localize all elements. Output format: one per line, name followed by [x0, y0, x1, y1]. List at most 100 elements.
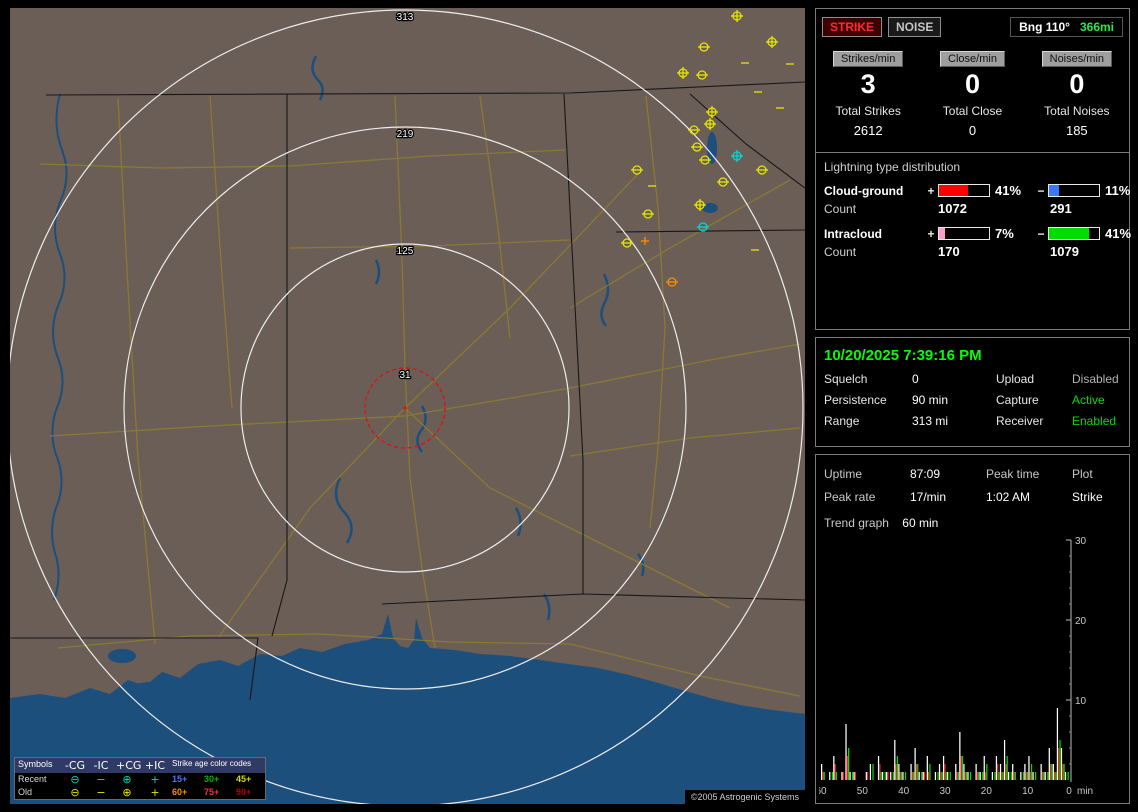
strike-symbol-p — [641, 237, 649, 245]
ic-negative-bar — [1048, 227, 1100, 240]
cg-positive-count: 1072 — [938, 201, 967, 216]
toolbar: STRIKE NOISE Bng 110° 366mi — [816, 9, 1129, 39]
rivers-layer — [51, 55, 645, 621]
trend-bars — [821, 708, 1069, 780]
x-tick-label: 10 — [1022, 786, 1034, 797]
strike-symbol-cm — [631, 165, 643, 175]
total-noises: Total Noises 185 — [1044, 104, 1110, 138]
legend-type-header: +IC — [141, 758, 169, 773]
legend-circle-minus-glyph: ⊖ — [70, 773, 80, 786]
legend-plus-glyph: + — [150, 786, 160, 799]
strike-mode-button[interactable]: STRIKE — [822, 17, 883, 37]
cg-negative-pct: 11% — [1105, 183, 1131, 198]
strike-symbol-cp — [704, 118, 716, 130]
strike-symbol-cm — [696, 70, 708, 80]
receiver-status: Enabled — [1072, 414, 1117, 428]
legend-circle-plus-glyph: ⊕ — [122, 773, 132, 786]
cg-positive-pct: 41% — [995, 183, 1022, 198]
cloud-ground-row: Cloud-ground + 41% − 11% — [824, 183, 1131, 198]
capture-status: Active — [1072, 393, 1105, 407]
legend-age-code: 75+ — [204, 787, 220, 797]
trend-window-value: 60 min — [902, 516, 939, 530]
intracloud-counts: Count 170 1079 — [816, 241, 1129, 269]
close-per-min-value: 0 — [964, 69, 980, 99]
datetime-display: 10/20/2025 7:39:16 PM — [824, 347, 982, 364]
system-status-section: 10/20/2025 7:39:16 PM Squelch 0 Upload D… — [815, 337, 1130, 447]
x-axis-unit-label: min — [1077, 786, 1093, 797]
legend-age-code: 60+ — [172, 787, 188, 797]
strike-symbol-cm — [642, 209, 654, 219]
x-tick-label: 0 — [1066, 786, 1072, 797]
copyright-text: ©2005 Astrogenic Systems — [684, 790, 805, 804]
x-tick-label: 50 — [857, 786, 869, 797]
strike-symbol-cp — [731, 10, 743, 22]
strike-symbol-cp — [706, 106, 718, 118]
range-ring-label: 219 — [397, 129, 414, 140]
map-canvas[interactable]: 313 219 125 31 Symbols -CG -IC +CG +IC Strike ag… — [10, 8, 805, 804]
legend-circle-plus-glyph: ⊕ — [122, 786, 132, 799]
bearing-value: Bng 110° — [1019, 20, 1070, 34]
distribution-title: Lightning type distribution — [816, 152, 1129, 183]
close-per-min: Close/min 0 — [920, 49, 1024, 100]
ic-negative-count: 1079 — [1050, 244, 1079, 259]
plus-sign: + — [927, 183, 935, 198]
x-tick-label: 40 — [898, 786, 910, 797]
strike-symbol-cp — [766, 36, 778, 48]
rate-counters: Strikes/min 3 Close/min 0 Noises/min 0 — [816, 49, 1129, 100]
water-layer — [10, 132, 805, 804]
info-grid: Uptime 87:09 Peak time Plot Peak rate 17… — [816, 455, 1129, 504]
trend-section: Uptime 87:09 Peak time Plot Peak rate 17… — [815, 454, 1130, 804]
trend-graph-row: Trend graph 60 min — [824, 516, 939, 530]
noises-per-min: Noises/min 0 — [1025, 49, 1129, 100]
strike-symbol-cp — [677, 67, 689, 79]
noise-mode-button[interactable]: NOISE — [888, 17, 942, 37]
range-ring-label: 125 — [397, 246, 414, 257]
uptime-value: 87:09 — [910, 467, 941, 481]
cg-negative-count: 291 — [1050, 201, 1072, 216]
cg-positive-bar — [938, 184, 990, 197]
strikes-per-min: Strikes/min 3 — [816, 49, 920, 100]
ic-positive-pct: 7% — [995, 226, 1014, 241]
legend-age-code: 90+ — [236, 787, 252, 797]
x-tick-label: 30 — [939, 786, 951, 797]
minus-sign: − — [1037, 226, 1045, 241]
legend-age-title: Strike age color codes — [169, 758, 265, 773]
strikes-per-min-label: Strikes/min — [832, 51, 904, 67]
x-tick-label: 20 — [981, 786, 993, 797]
strike-symbol-cm — [666, 277, 678, 287]
status-grid: Squelch 0 Upload Disabled Persistence 90… — [816, 372, 1129, 428]
side-panel: STRIKE NOISE Bng 110° 366mi Strikes/min … — [815, 8, 1132, 804]
cloud-ground-counts: Count 1072 291 — [816, 198, 1129, 226]
strike-symbol-cm — [691, 142, 703, 152]
legend-row-label: Old — [18, 787, 33, 797]
symbol-legend: Symbols -CG -IC +CG +IC Strike age color code… — [14, 757, 266, 800]
statistics-section: STRIKE NOISE Bng 110° 366mi Strikes/min … — [815, 8, 1132, 330]
strikes-per-min-value: 3 — [860, 69, 876, 99]
peak-rate-value: 17/min — [910, 490, 947, 504]
noises-per-min-label: Noises/min — [1041, 51, 1113, 67]
legend-type-header: -IC — [89, 758, 113, 773]
y-tick-label: 10 — [1075, 696, 1087, 707]
total-close: Total Close 0 — [942, 104, 1003, 138]
map-graphics: 313 219 125 31 — [10, 9, 805, 804]
close-per-min-label: Close/min — [940, 51, 1005, 67]
legend-circle-minus-glyph: ⊖ — [70, 786, 80, 799]
legend-plus-glyph: + — [150, 773, 160, 786]
strike-symbol-cp — [731, 150, 743, 162]
y-tick-label: 30 — [1075, 536, 1087, 547]
legend-type-header: +CG — [113, 758, 141, 773]
peak-time-value: 1:02 AM — [986, 490, 1031, 504]
app-window: { "map": { "bg_color": "#6b5e57", "water… — [0, 0, 1138, 812]
distance-value: 366mi — [1079, 20, 1114, 34]
legend-type-header: -CG — [61, 758, 89, 773]
ic-negative-pct: 41% — [1105, 226, 1132, 241]
plus-sign: + — [927, 226, 935, 241]
total-strikes: Total Strikes 2612 — [835, 104, 901, 138]
ic-positive-bar — [938, 227, 990, 240]
legend-symbols-header: Symbols — [15, 758, 61, 773]
ic-positive-count: 170 — [938, 244, 960, 259]
range-ring-label: 31 — [399, 370, 411, 381]
receiver-marker — [403, 406, 407, 410]
strike-symbol-cm — [756, 165, 768, 175]
noises-per-min-value: 0 — [1069, 69, 1085, 99]
